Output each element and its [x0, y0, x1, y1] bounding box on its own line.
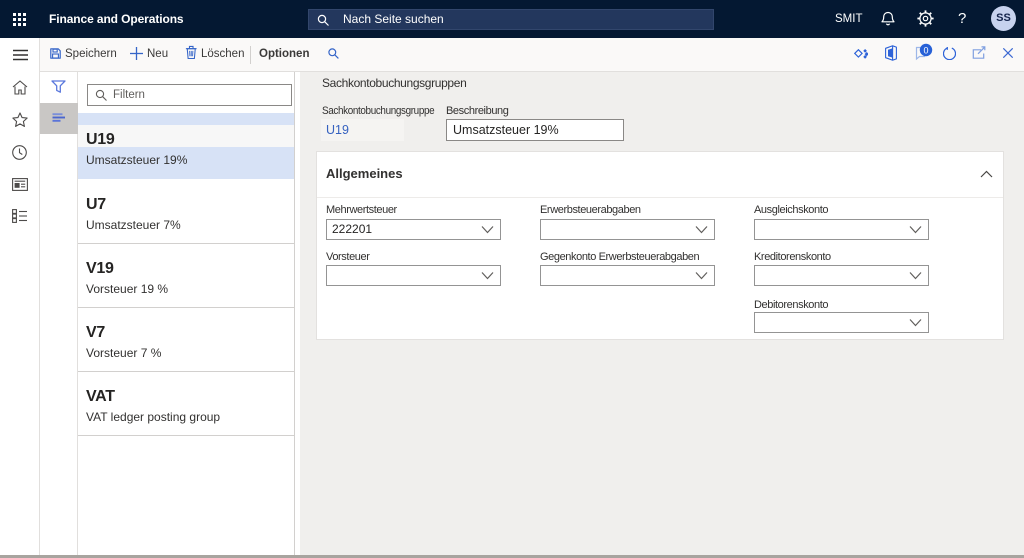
svg-text:0: 0	[923, 45, 928, 55]
